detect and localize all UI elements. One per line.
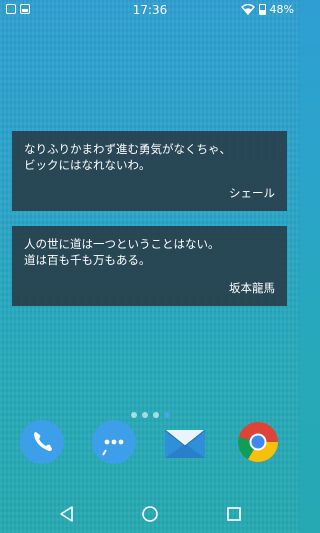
status-bar: 17:36 48% [0, 0, 300, 22]
quote-text: なりふりかまわず進む勇気がなくちゃ、 ビックにはなれないわ。 [24, 142, 231, 172]
recents-button[interactable] [224, 504, 244, 524]
app-dock [0, 420, 300, 480]
email-app[interactable] [163, 420, 207, 464]
messages-app[interactable] [92, 420, 136, 464]
quote-author: 坂本龍馬 [229, 281, 275, 295]
page-dot-active [163, 412, 170, 418]
chrome-app[interactable] [236, 420, 280, 464]
chat-icon [102, 439, 124, 456]
quote-widget-1[interactable]: なりふりかまわず進む勇気がなくちゃ、 ビックにはなれないわ。 シェール [12, 131, 287, 211]
page-indicator [0, 412, 300, 418]
quote-text: 人の世に道は一つということはない。 道は百も千も万もある。 [24, 237, 220, 267]
home-button[interactable] [140, 504, 160, 524]
navigation-bar [0, 496, 300, 533]
quote-widget-2[interactable]: 人の世に道は一つということはない。 道は百も千も万もある。 坂本龍馬 [12, 226, 287, 306]
back-button[interactable] [57, 504, 77, 524]
page-dot [152, 412, 159, 418]
phone-icon [34, 432, 52, 451]
quote-author: シェール [229, 186, 275, 200]
chrome-icon [238, 422, 278, 462]
wifi-icon [240, 4, 255, 15]
battery-percent: 48% [269, 3, 294, 16]
phone-app[interactable] [20, 420, 64, 464]
battery-icon [258, 4, 266, 15]
mail-icon [164, 429, 206, 458]
page-dot [130, 412, 137, 418]
page-dot [141, 412, 148, 418]
